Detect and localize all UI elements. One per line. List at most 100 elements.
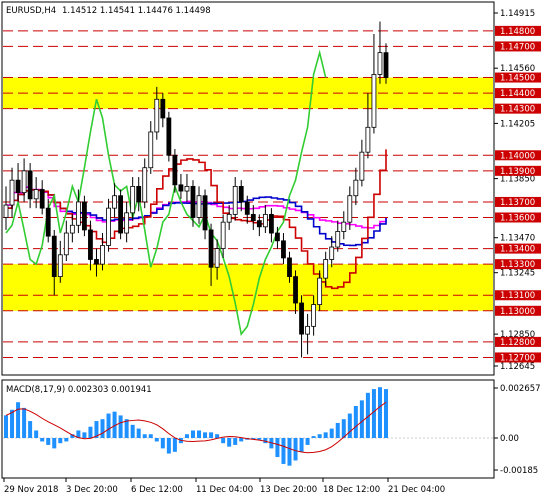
candle-body (365, 126, 371, 153)
macd-bar (88, 426, 93, 438)
level-label-text: 1.14000 (500, 151, 535, 161)
candle-body (232, 185, 238, 215)
candle-body (323, 259, 329, 279)
macd-bar (142, 434, 147, 438)
macd-bar (172, 438, 177, 452)
candle-body (3, 204, 9, 218)
macd-label: MACD(8,17,9) 0.002303 0.001941 (6, 385, 152, 395)
candle-body (268, 213, 274, 234)
candle-body (51, 235, 57, 277)
price-tick-label: 1.14205 (500, 119, 535, 129)
macd-bar (335, 422, 340, 438)
candle-body (353, 179, 359, 197)
time-tick-label: 13 Dec 20:00 (260, 485, 317, 495)
macd-bar (166, 438, 171, 454)
macd-bar (275, 438, 280, 458)
level-label-text: 1.14400 (500, 89, 535, 99)
macd-tick-label: 0.00 (500, 434, 519, 444)
level-label-text: 1.14500 (500, 74, 535, 84)
macd-bar (323, 432, 328, 438)
price-tick-label: 1.14915 (500, 9, 535, 19)
macd-bar (52, 438, 57, 449)
candle-body (226, 213, 232, 223)
candle-body (208, 229, 214, 268)
level-label-text: 1.13900 (500, 167, 535, 177)
candle-body (21, 170, 27, 194)
candle-body (124, 212, 130, 234)
macd-bar (311, 436, 316, 438)
candle-body (281, 240, 286, 259)
candle-body (57, 254, 63, 277)
candle-body (142, 167, 148, 203)
macd-bar (197, 430, 202, 438)
macd-bar (184, 434, 189, 438)
time-tick-label: 3 Dec 20:00 (66, 485, 118, 495)
candle-body (383, 52, 389, 78)
candle-body (184, 185, 190, 192)
candle-body (69, 224, 75, 234)
macd-bar (40, 438, 45, 442)
macd-bar (317, 434, 322, 438)
level-label-text: 1.13700 (500, 198, 535, 208)
level-label-text: 1.13400 (500, 245, 535, 255)
level-label-text: 1.14700 (500, 42, 535, 52)
time-tick-label: 6 Dec 12:00 (131, 485, 183, 495)
candle-body (250, 213, 256, 222)
candle-body (299, 302, 304, 335)
macd-bar (58, 438, 63, 444)
yellow-zone (3, 264, 493, 311)
macd-bar (46, 438, 51, 445)
candle-body (335, 231, 341, 248)
level-labels: 1.14800 1.14700 1.14500 1.14400 1.14300 1.140… (495, 25, 541, 363)
macd-bar (16, 402, 21, 438)
macd-bar (136, 428, 141, 438)
macd-bar (353, 406, 358, 438)
candle-body (15, 179, 21, 194)
macd-bar (203, 432, 208, 438)
chart-canvas[interactable]: 1.149151.145601.142051.138501.134701.132… (0, 0, 543, 499)
candle-body (130, 185, 136, 214)
candle-body (63, 232, 69, 256)
time-tick-label: 21 Dec 04:00 (388, 485, 445, 495)
candle-body (75, 201, 81, 226)
macd-bar (148, 434, 153, 438)
candle-body (275, 232, 280, 242)
time-tick-label: 29 Nov 2018 (4, 485, 58, 495)
macd-bar (106, 413, 111, 438)
candle-body (305, 325, 310, 335)
macd-bar (124, 419, 129, 438)
candle-body (238, 185, 244, 203)
candle-body (9, 179, 15, 206)
macd-bar (299, 438, 304, 452)
macd-bar (130, 424, 135, 438)
macd-bar (233, 438, 238, 445)
macd-bar (305, 438, 310, 445)
macd-bar (287, 438, 292, 466)
macd-bar (377, 387, 382, 438)
candle-body (311, 304, 317, 327)
macd-bar (221, 438, 226, 444)
candle-body (244, 201, 250, 215)
chart-title: EURUSD,H4 (6, 6, 56, 16)
macd-bar (118, 415, 123, 438)
price-tick-label: 1.13245 (500, 269, 535, 279)
candle-body (341, 221, 347, 232)
macd-bar (160, 438, 165, 449)
macd-tick-label: -0.00185 (500, 466, 538, 476)
macd-bar (293, 438, 298, 461)
macd-bar (209, 432, 214, 438)
candle-body (317, 277, 323, 305)
candle-body (148, 131, 154, 169)
macd-bar (281, 438, 286, 464)
level-label-text: 1.13100 (500, 291, 535, 301)
level-label-text: 1.13300 (500, 260, 535, 270)
macd-bar (82, 432, 87, 438)
candle-body (256, 220, 262, 228)
candle-body (88, 229, 93, 260)
macd-bar (215, 434, 220, 438)
candle-body (27, 170, 33, 200)
candle-body (190, 185, 196, 218)
level-label-text: 1.12700 (500, 353, 535, 363)
level-label-text: 1.13000 (500, 307, 535, 317)
candle-body (214, 248, 220, 268)
